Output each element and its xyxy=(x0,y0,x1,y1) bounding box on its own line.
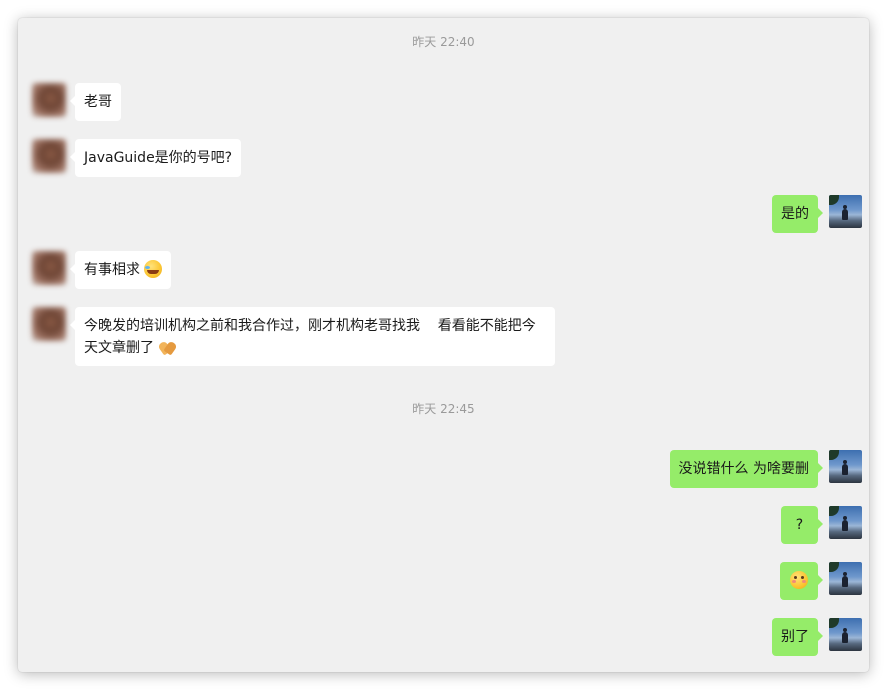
message-text: 有事相求 xyxy=(84,262,140,278)
sent-message-bubble[interactable]: 别了 xyxy=(772,618,823,656)
sent-message-bubble[interactable]: 没说错什么 为啥要删 xyxy=(669,450,824,488)
received-message-bubble[interactable]: 老哥 xyxy=(70,83,121,121)
message-text: 老哥 xyxy=(84,94,112,110)
contact-avatar[interactable] xyxy=(32,139,66,173)
message-text-line: 天文章删了 xyxy=(84,337,546,359)
sent-message-bubble[interactable]: ? xyxy=(781,506,823,544)
message-text: ? xyxy=(795,517,804,533)
my-avatar[interactable] xyxy=(829,562,862,595)
my-avatar[interactable] xyxy=(829,195,862,228)
my-avatar[interactable] xyxy=(829,450,862,483)
message-text-line: 今晚发的培训机构之前和我合作过，刚才机构老哥找我 看看能不能把今 xyxy=(84,318,536,334)
received-message-bubble[interactable]: JavaGuide是你的号吧? xyxy=(69,139,242,177)
sent-message-bubble[interactable] xyxy=(780,562,823,600)
message-text: 没说错什么 为啥要删 xyxy=(678,461,809,477)
message-text: JavaGuide是你的号吧? xyxy=(84,150,233,166)
message-text: 是的 xyxy=(781,206,809,222)
contact-avatar[interactable] xyxy=(32,307,66,341)
timestamp: 昨天 22:40 xyxy=(412,35,475,49)
message-text: 天文章删了 xyxy=(84,340,154,356)
pleading-hands-emoji-icon xyxy=(158,338,176,356)
my-avatar[interactable] xyxy=(829,618,862,651)
chat-window: 昨天 22:40 老哥 JavaGuide是你的号吧? 是的 有事相求 今晚发的… xyxy=(18,18,869,672)
message-text: 别了 xyxy=(781,629,809,645)
received-message-bubble[interactable]: 今晚发的培训机构之前和我合作过，刚才机构老哥找我 看看能不能把今 天文章删了 xyxy=(70,307,555,366)
timestamp: 昨天 22:45 xyxy=(412,402,475,416)
blushing-face-emoji-icon xyxy=(790,571,808,589)
laughing-tears-emoji-icon xyxy=(144,260,163,278)
contact-avatar[interactable] xyxy=(32,251,66,285)
my-avatar[interactable] xyxy=(829,506,862,539)
sent-message-bubble[interactable]: 是的 xyxy=(772,195,823,233)
contact-avatar[interactable] xyxy=(32,83,66,117)
received-message-bubble[interactable]: 有事相求 xyxy=(69,251,172,289)
